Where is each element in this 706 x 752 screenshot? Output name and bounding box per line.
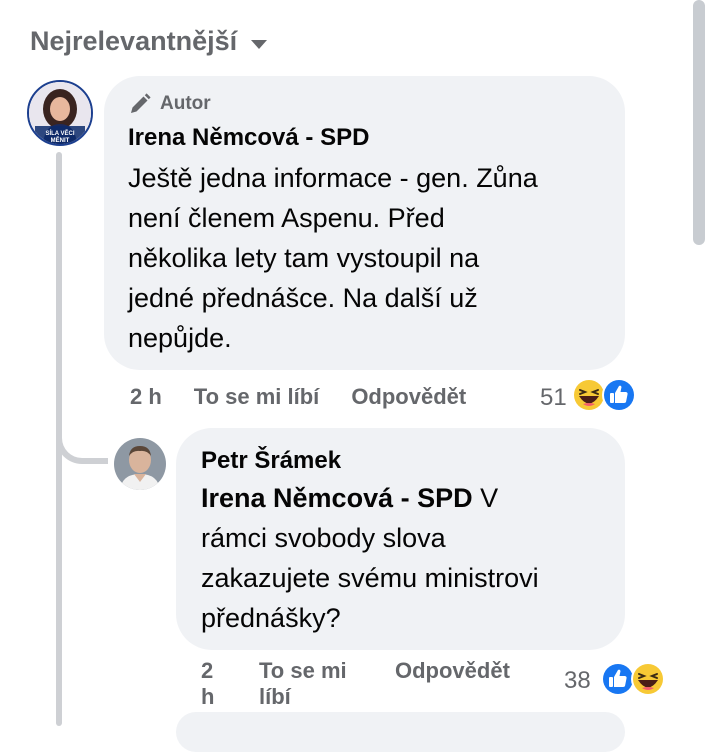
avatar[interactable]: SÍLA VĚCI MĚNIT (27, 80, 93, 146)
comment-text-inline: V (472, 483, 499, 513)
reply-button[interactable]: Odpovědět (351, 384, 466, 410)
comment-text-rest: rámci svobody slova zakazujete svému min… (201, 523, 539, 633)
author-badge-label: Autor (160, 93, 211, 114)
reactions[interactable] (600, 661, 666, 697)
avatar-text-line1: SÍLA VĚCI (45, 129, 74, 137)
comment-text: Ještě jedna informace - gen. Zůna není č… (128, 163, 538, 353)
sort-dropdown[interactable]: Nejrelevantnější (30, 26, 268, 57)
comment-time[interactable]: 2 h (130, 384, 162, 410)
reactions[interactable] (571, 377, 637, 413)
scrollbar-thumb[interactable] (693, 0, 705, 245)
comment-actions: 2 h To se mi líbí Odpovědět (130, 384, 466, 410)
like-button[interactable]: To se mi líbí (194, 384, 320, 410)
comment-actions: 2 h To se mi líbí Odpovědět (201, 658, 510, 710)
reply-button[interactable]: Odpovědět (395, 658, 510, 684)
pencil-icon (131, 93, 151, 113)
haha-icon (631, 662, 665, 696)
like-icon (602, 378, 636, 412)
like-button[interactable]: To se mi líbí (259, 658, 363, 710)
comment-time[interactable]: 2 h (201, 658, 223, 710)
author-badge: Autor (128, 92, 211, 116)
reaction-count[interactable]: 51 (540, 384, 567, 412)
comment-author-name[interactable]: Irena Němcová - SPD (128, 124, 369, 152)
mention-link[interactable]: Irena Němcová - SPD (201, 483, 473, 513)
reaction-count[interactable]: 38 (564, 667, 591, 695)
avatar-image: SÍLA VĚCI MĚNIT (29, 82, 91, 144)
thread-connector (56, 412, 108, 464)
comment-author-name[interactable]: Petr Šrámek (201, 447, 341, 475)
scrollbar[interactable] (692, 0, 706, 726)
avatar-image (114, 438, 166, 490)
comment-bubble (176, 712, 625, 752)
caret-down-icon (251, 40, 268, 49)
avatar-text-line2: MĚNIT (51, 136, 70, 144)
avatar[interactable] (114, 438, 166, 490)
sort-label: Nejrelevantnější (30, 26, 238, 56)
comment-text: Irena Němcová - SPD V rámci svobody slov… (201, 478, 611, 638)
